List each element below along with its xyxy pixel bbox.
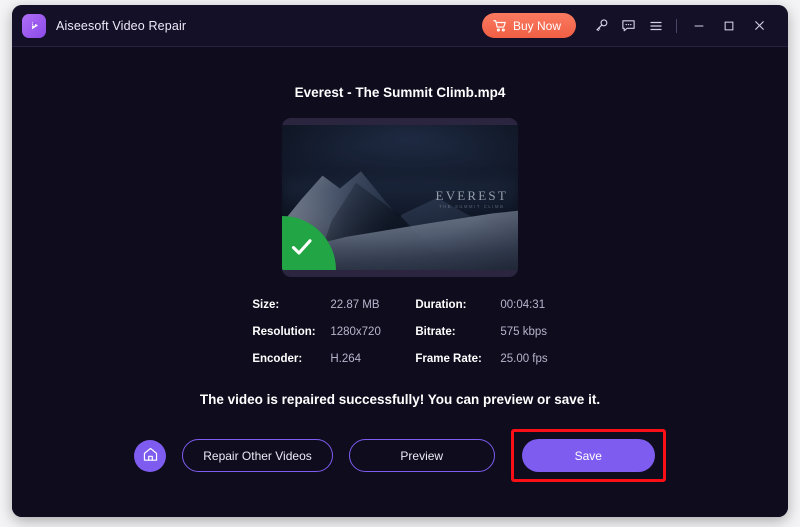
titlebar-divider bbox=[676, 18, 677, 33]
metadata-label: Resolution: bbox=[252, 326, 316, 338]
main-content: Everest - The Summit Climb.mp4 EVEREST T… bbox=[12, 47, 788, 517]
metadata-value: 575 kbps bbox=[500, 326, 548, 338]
chat-bubble-icon[interactable] bbox=[615, 12, 642, 39]
app-title: Aiseesoft Video Repair bbox=[56, 18, 187, 33]
metadata-label: Bitrate: bbox=[415, 326, 456, 338]
metadata-value: 00:04:31 bbox=[500, 299, 546, 311]
check-mark-icon bbox=[291, 238, 313, 261]
action-button-row: Repair Other Videos Preview Save bbox=[134, 429, 666, 482]
metadata-label: Frame Rate: bbox=[415, 353, 482, 365]
metadata-value: 25.00 fps bbox=[500, 353, 548, 365]
shopping-cart-icon bbox=[493, 19, 507, 33]
status-message: The video is repaired successfully! You … bbox=[199, 392, 601, 407]
preview-button[interactable]: Preview bbox=[348, 439, 495, 472]
buy-now-label: Buy Now bbox=[512, 18, 561, 33]
key-icon[interactable] bbox=[588, 12, 615, 39]
save-button-highlight: Save bbox=[510, 429, 666, 482]
metadata-value: H.264 bbox=[330, 353, 362, 365]
overlay-title: EVEREST bbox=[435, 187, 508, 203]
overlay-subtitle: THE SUMMIT CLIMB bbox=[439, 203, 505, 209]
video-thumbnail[interactable]: EVEREST THE SUMMIT CLIMB bbox=[282, 118, 518, 277]
metadata-label: Duration: bbox=[415, 299, 467, 311]
maximize-icon[interactable] bbox=[714, 12, 744, 39]
video-metadata-grid: Size: 22.87 MB Duration: 00:04:31 Resolu… bbox=[252, 299, 547, 365]
title-bar: Aiseesoft Video Repair Buy Now bbox=[12, 5, 788, 47]
metadata-value: 22.87 MB bbox=[330, 299, 380, 311]
minimize-icon[interactable] bbox=[684, 12, 714, 39]
titlebar-icon-group bbox=[588, 12, 774, 39]
repair-other-videos-button[interactable]: Repair Other Videos bbox=[182, 439, 333, 472]
close-icon[interactable] bbox=[744, 12, 774, 39]
thumbnail-text-overlay: EVEREST THE SUMMIT CLIMB bbox=[436, 189, 508, 209]
video-file-name: Everest - The Summit Climb.mp4 bbox=[294, 85, 506, 100]
metadata-label: Size: bbox=[252, 299, 280, 311]
metadata-label: Encoder: bbox=[252, 353, 303, 365]
hamburger-menu-icon[interactable] bbox=[642, 12, 669, 39]
home-button[interactable] bbox=[134, 439, 167, 472]
app-window: Aiseesoft Video Repair Buy Now Everest -… bbox=[12, 5, 788, 517]
save-button[interactable]: Save bbox=[521, 439, 655, 472]
aiseesoft-play-logo-icon bbox=[22, 13, 46, 38]
video-preview-frame: EVEREST THE SUMMIT CLIMB bbox=[282, 125, 518, 270]
metadata-value: 1280x720 bbox=[330, 326, 381, 338]
buy-now-button[interactable]: Buy Now bbox=[481, 13, 576, 38]
app-brand: Aiseesoft Video Repair bbox=[22, 13, 187, 38]
home-icon bbox=[142, 446, 159, 466]
